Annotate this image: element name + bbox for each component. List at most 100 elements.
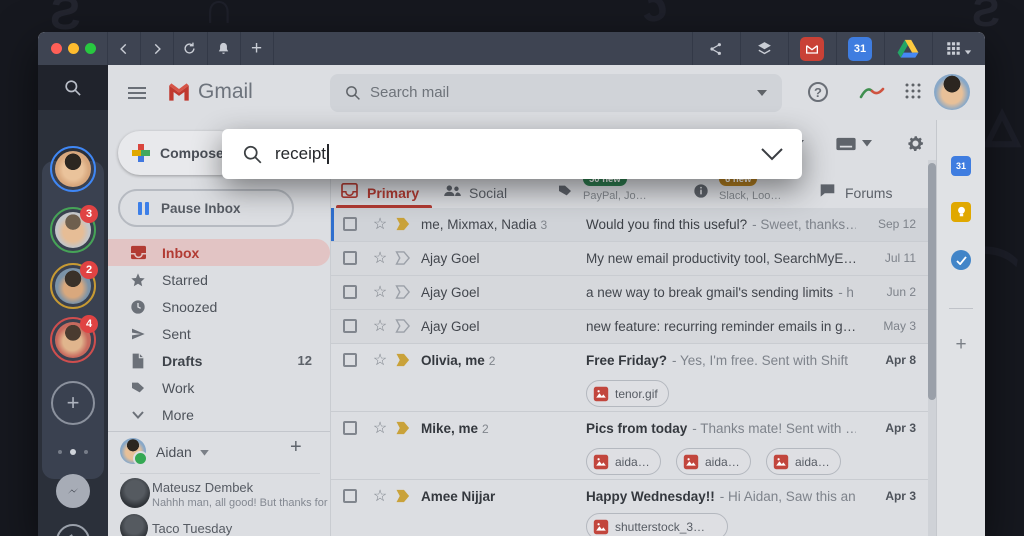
contact-name[interactable]: Taco Tuesday — [152, 521, 232, 536]
sidebar-item-sent[interactable]: Sent — [108, 320, 330, 347]
star-icon[interactable]: ☆ — [369, 344, 391, 377]
window-zoom-button[interactable] — [85, 43, 96, 54]
image-attachment-icon — [593, 519, 609, 534]
side-panel-tasks-button[interactable] — [951, 250, 971, 270]
importance-marker-icon[interactable] — [395, 251, 412, 265]
chevron-down-icon[interactable] — [200, 450, 209, 456]
quick-search-overlay[interactable]: receipt — [222, 129, 802, 179]
chevron-down-icon[interactable] — [760, 147, 784, 161]
email-row[interactable]: ☆ Ajay Goel a new way to break gmail's s… — [331, 276, 928, 310]
image-attachment-icon — [593, 386, 609, 401]
star-icon[interactable]: ☆ — [369, 208, 391, 241]
contact-name[interactable]: Mateusz Dembek — [152, 480, 253, 495]
email-date: May 3 — [883, 319, 916, 333]
window-close-button[interactable] — [51, 43, 62, 54]
google-apps-grid-icon[interactable] — [904, 82, 922, 100]
row-checkbox[interactable] — [343, 285, 357, 299]
profile-avatar[interactable] — [934, 74, 970, 110]
notifications-bell-button[interactable] — [207, 32, 240, 65]
row-checkbox[interactable] — [343, 217, 357, 231]
attachment-chip[interactable]: shutterstock_3… — [586, 513, 728, 536]
gmail-search-bar[interactable]: Search mail — [330, 74, 782, 112]
importance-marker-icon[interactable] — [395, 285, 412, 299]
refresh-button[interactable] — [173, 32, 206, 65]
add-account-button[interactable]: + — [51, 381, 95, 425]
share-button[interactable] — [692, 32, 740, 65]
side-panel-keep-button[interactable] — [951, 202, 971, 222]
sidebar-search-button[interactable] — [38, 65, 108, 110]
back-button[interactable] — [107, 32, 140, 65]
whatsapp-app-button[interactable] — [56, 524, 90, 536]
email-row[interactable]: ☆ Olivia, me 2 Free Friday? - Yes, I'm fre… — [331, 344, 928, 412]
attachment-chip[interactable]: aida… — [676, 448, 751, 475]
account-avatar-active[interactable] — [50, 146, 96, 192]
apps-grid-button[interactable] — [932, 32, 985, 65]
search-query-text[interactable]: receipt — [275, 144, 326, 164]
row-checkbox[interactable] — [343, 319, 357, 333]
forward-button[interactable] — [140, 32, 173, 65]
star-icon[interactable]: ☆ — [369, 276, 391, 309]
sidebar-item-drafts[interactable]: Drafts 12 — [108, 347, 330, 374]
email-row[interactable]: ☆ Ajay Goel My new email productivity to… — [331, 242, 928, 276]
sidebar-item-snoozed[interactable]: Snoozed — [108, 293, 330, 320]
hangouts-user-name[interactable]: Aidan — [156, 444, 192, 460]
compose-label: Compose — [160, 145, 224, 161]
attachment-chip[interactable]: aida… — [766, 448, 841, 475]
settings-gear-icon[interactable] — [906, 134, 925, 153]
importance-marker-icon[interactable] — [395, 319, 412, 333]
sidebar-item-more[interactable]: More — [108, 401, 330, 428]
email-row[interactable]: ☆ Mike, me 2 Pics from today - Thanks mate… — [331, 412, 928, 480]
calendar-app-tab[interactable]: 31 — [836, 32, 884, 65]
window-minimize-button[interactable] — [68, 43, 79, 54]
main-menu-button[interactable] — [128, 84, 146, 102]
contact-avatar[interactable] — [120, 514, 148, 536]
sidebar-item-work[interactable]: Work — [108, 374, 330, 401]
boomerang-extension-icon[interactable] — [858, 82, 886, 102]
hangouts-user-avatar[interactable] — [120, 438, 148, 466]
account-avatar[interactable]: 3 — [50, 205, 98, 253]
row-checkbox[interactable] — [343, 489, 357, 503]
chevron-down-icon[interactable] — [862, 140, 872, 147]
importance-marker-icon[interactable] — [395, 489, 412, 503]
messenger-app-button[interactable] — [56, 474, 90, 508]
drive-app-tab[interactable] — [884, 32, 932, 65]
tab-label: Primary — [367, 185, 420, 201]
row-checkbox[interactable] — [343, 353, 357, 367]
attachment-chip[interactable]: aida… — [586, 448, 661, 475]
messenger-icon — [67, 488, 79, 494]
email-sender: Amee Nijjar — [421, 489, 496, 504]
star-icon[interactable]: ☆ — [369, 242, 391, 275]
email-row[interactable]: ☆ me, Mixmax, Nadia 3 Would you find this… — [331, 208, 928, 242]
importance-marker-icon[interactable] — [395, 421, 412, 435]
email-subject: Happy Wednesday!! - Hi Aidan, Saw this an… — [586, 489, 856, 504]
gmail-app-tab[interactable] — [788, 32, 836, 65]
input-tools-keyboard-icon[interactable] — [835, 137, 857, 151]
sidebar-item-starred[interactable]: Starred — [108, 266, 330, 293]
sidebar-page-dots[interactable] — [38, 449, 108, 455]
email-subject: new feature: recurring reminder emails i… — [586, 319, 856, 334]
new-tab-button[interactable]: + — [240, 32, 273, 65]
help-button[interactable]: ? — [808, 82, 828, 102]
star-icon[interactable]: ☆ — [369, 480, 391, 513]
side-panel-calendar-button[interactable]: 31 — [951, 156, 971, 176]
sidebar-item-inbox[interactable]: Inbox — [108, 239, 330, 266]
email-row[interactable]: ☆ Amee Nijjar Happy Wednesday!! - Hi Aida… — [331, 480, 928, 536]
star-icon[interactable]: ☆ — [369, 310, 391, 343]
email-row[interactable]: ☆ Ajay Goel new feature: recurring remin… — [331, 310, 928, 344]
account-avatar[interactable]: 2 — [50, 261, 98, 309]
layers-button[interactable] — [740, 32, 788, 65]
drafts-count: 12 — [297, 353, 312, 368]
attachment-chip[interactable]: tenor.gif — [586, 380, 669, 407]
importance-marker-icon[interactable] — [395, 353, 412, 367]
row-checkbox[interactable] — [343, 251, 357, 265]
importance-marker-icon[interactable] — [395, 217, 412, 231]
row-checkbox[interactable] — [343, 421, 357, 435]
contact-avatar[interactable] — [120, 478, 150, 508]
new-conversation-button[interactable]: + — [290, 436, 302, 459]
get-addons-button[interactable]: + — [955, 334, 966, 356]
pause-inbox-button[interactable]: Pause Inbox — [118, 189, 294, 227]
list-scrollbar-thumb[interactable] — [928, 163, 936, 400]
account-avatar[interactable]: 4 — [50, 315, 98, 363]
search-options-chevron-icon[interactable] — [756, 89, 768, 97]
star-icon[interactable]: ☆ — [369, 412, 391, 445]
